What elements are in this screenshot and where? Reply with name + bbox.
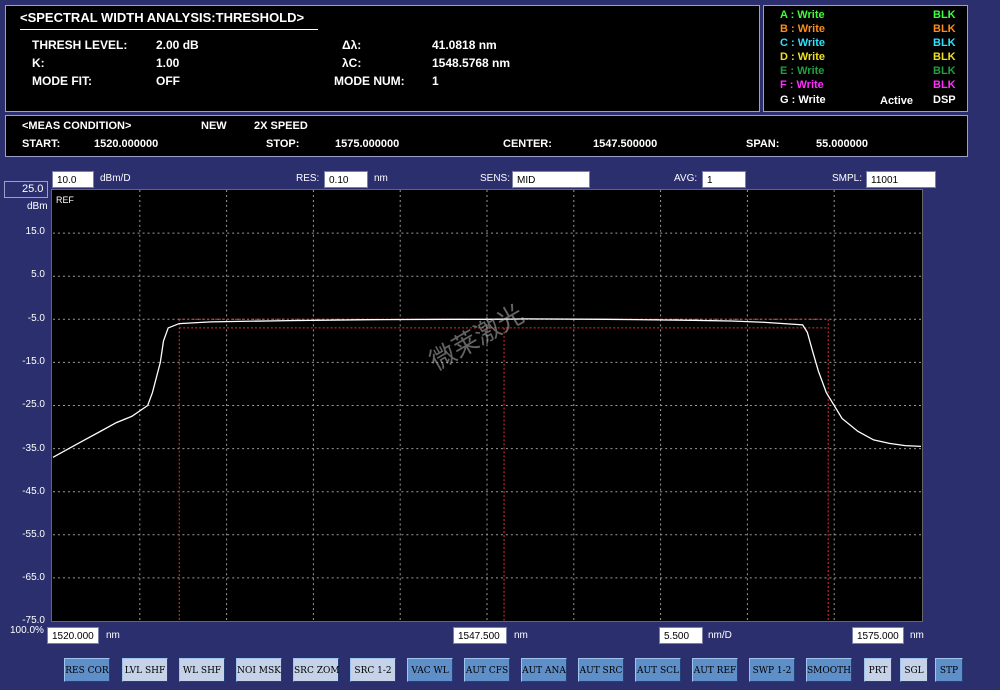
stp-button[interactable]: STP	[935, 658, 963, 682]
ref-level-value: 25.0	[22, 183, 44, 195]
res-input[interactable]: 0.10	[324, 171, 368, 188]
y-tick-label: -55.0	[22, 529, 45, 540]
y-tick-label: -25.0	[22, 399, 45, 410]
sens-select[interactable]: MID	[512, 171, 590, 188]
src-1-2-button[interactable]: SRC 1-2	[350, 658, 396, 682]
trace-e-label[interactable]: E : Write	[780, 65, 824, 77]
vac-wl-button[interactable]: VAC WL	[407, 658, 453, 682]
y-tick-label: -65.0	[22, 572, 45, 583]
aut-ana-button[interactable]: AUT ANA	[521, 658, 567, 682]
stop-wavelength-unit: nm	[910, 630, 924, 641]
aut-cfs-button[interactable]: AUT CFS	[464, 658, 510, 682]
meas-condition-panel: <MEAS CONDITION> NEW 2X SPEED START: 152…	[5, 115, 968, 157]
meas-center-value: 1547.500000	[593, 138, 658, 150]
trace-g-dsp: DSP	[933, 94, 956, 106]
trace-c-blk: BLK	[933, 37, 956, 49]
trace-c-label[interactable]: C : Write	[780, 37, 825, 49]
res-label: RES:	[296, 173, 320, 184]
trace-g-label[interactable]: G : Write	[780, 94, 826, 106]
swp-1-2-button[interactable]: SWP 1-2	[749, 658, 795, 682]
ref-label: REF	[56, 195, 74, 205]
mode-fit-label: MODE FIT:	[32, 74, 92, 88]
trace-g-status: Active	[880, 95, 914, 107]
watermark: 微莱激光	[425, 300, 530, 378]
sens-label: SENS:	[480, 173, 511, 184]
span-per-div-input[interactable]: 5.500	[659, 627, 703, 644]
meas-speed-label: 2X SPEED	[254, 120, 308, 132]
wl-shf-button[interactable]: WL SHF	[179, 658, 225, 682]
prt-button[interactable]: PRT	[864, 658, 892, 682]
y-tick-label: -15.0	[22, 356, 45, 367]
sgl-button[interactable]: SGL	[900, 658, 928, 682]
thresh-level-value: 2.00 dB	[156, 38, 199, 52]
smpl-input[interactable]: 11001	[866, 171, 936, 188]
meas-start-label: START:	[22, 138, 61, 150]
trace-d-blk: BLK	[933, 51, 956, 63]
y-tick-label: 5.0	[31, 269, 45, 280]
trace-a-blk: BLK	[933, 9, 956, 21]
res-unit: nm	[374, 173, 388, 184]
thresh-level-label: THRESH LEVEL:	[32, 38, 128, 52]
analysis-panel: <SPECTRAL WIDTH ANALYSIS:THRESHOLD> THRE…	[5, 5, 760, 112]
avg-label: AVG:	[674, 173, 698, 184]
meas-span-value: 55.000000	[816, 138, 868, 150]
trace-f-label[interactable]: F : Write	[780, 79, 824, 91]
aut-src-button[interactable]: AUT SRC	[578, 658, 624, 682]
k-value: 1.00	[156, 56, 180, 70]
avg-input[interactable]: 1	[702, 171, 746, 188]
spectrum-plot[interactable]: REF 微莱激光	[51, 189, 923, 622]
threshold-markers	[178, 318, 829, 621]
scale-input[interactable]: 10.0	[52, 171, 94, 188]
mode-num-label: MODE NUM:	[334, 74, 405, 88]
start-wavelength-unit: nm	[106, 630, 120, 641]
trace-b-blk: BLK	[933, 23, 956, 35]
trace-f-blk: BLK	[933, 79, 956, 91]
aut-ref-button[interactable]: AUT REF	[692, 658, 738, 682]
trace-a-label[interactable]: A : Write	[780, 9, 825, 21]
mode-fit-value: OFF	[156, 74, 180, 88]
analysis-title: <SPECTRAL WIDTH ANALYSIS:THRESHOLD>	[20, 10, 305, 25]
center-lambda-label: λC:	[342, 56, 362, 70]
meas-center-label: CENTER:	[503, 138, 552, 150]
center-wavelength-unit: nm	[514, 630, 528, 641]
meas-span-label: SPAN:	[746, 138, 780, 150]
trace-d-label[interactable]: D : Write	[780, 51, 825, 63]
mode-num-value: 1	[432, 74, 439, 88]
y-tick-label: -5.0	[27, 313, 45, 324]
trace-e-blk: BLK	[933, 65, 956, 77]
trace-b-label[interactable]: B : Write	[780, 23, 825, 35]
aut-scl-button[interactable]: AUT SCL	[635, 658, 681, 682]
y-tick-label: 15.0	[25, 226, 45, 237]
plot-grid	[53, 190, 921, 621]
meas-start-value: 1520.000000	[94, 138, 159, 150]
center-wavelength-input[interactable]: 1547.500	[453, 627, 507, 644]
lvl-shf-button[interactable]: LVL SHF	[122, 658, 168, 682]
scale-unit: dBm/D	[100, 173, 131, 184]
res-cor-button[interactable]: RES COR	[64, 658, 110, 682]
delta-lambda-value: 41.0818 nm	[432, 38, 497, 52]
bottom-percent: 100.0%	[10, 625, 44, 636]
smooth-button[interactable]: SMOOTH	[806, 658, 852, 682]
stop-wavelength-input[interactable]: 1575.000	[852, 627, 904, 644]
smpl-label: SMPL:	[832, 173, 863, 184]
y-tick-label: -35.0	[22, 443, 45, 454]
y-tick-label: -45.0	[22, 486, 45, 497]
meas-new-label: NEW	[201, 120, 227, 132]
meas-stop-value: 1575.000000	[335, 138, 400, 150]
analysis-title-underline	[20, 29, 318, 30]
meas-title: <MEAS CONDITION>	[22, 120, 132, 132]
ref-level-unit: dBm	[27, 201, 48, 212]
span-per-div-unit: nm/D	[708, 630, 732, 641]
src-zom-button[interactable]: SRC ZOM	[293, 658, 340, 682]
center-lambda-value: 1548.5768 nm	[432, 56, 511, 70]
delta-lambda-label: Δλ:	[342, 38, 362, 52]
start-wavelength-input[interactable]: 1520.000	[47, 627, 99, 644]
k-label: K:	[32, 56, 45, 70]
noi-msk-button[interactable]: NOI MSK	[236, 658, 282, 682]
meas-stop-label: STOP:	[266, 138, 300, 150]
